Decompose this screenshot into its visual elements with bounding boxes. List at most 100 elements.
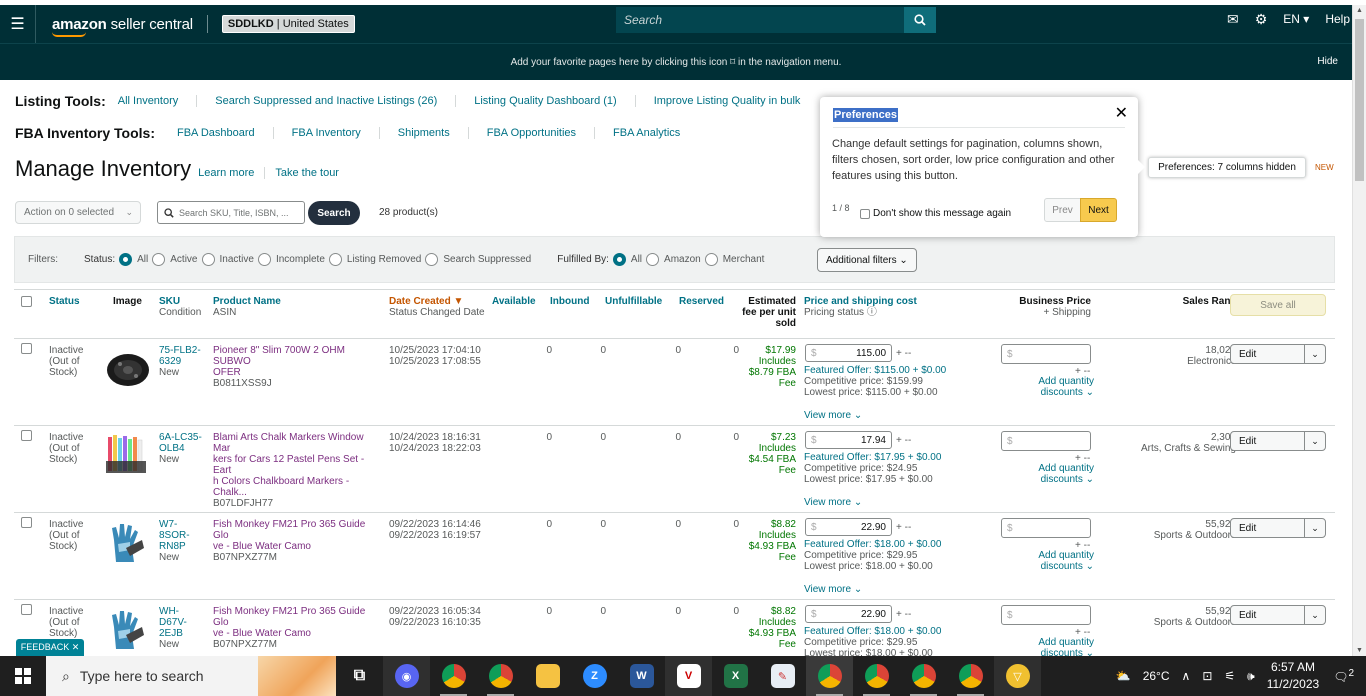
row-checkbox[interactable] — [21, 430, 32, 441]
col-status[interactable]: Status — [49, 296, 80, 307]
status-radio-active[interactable]: Active — [152, 253, 198, 266]
amazon-logo[interactable]: amazon seller central — [52, 16, 193, 37]
listing-tool-suppressed[interactable]: Search Suppressed and Inactive Listings … — [215, 95, 457, 107]
col-sku[interactable]: SKU Condition — [159, 296, 201, 318]
price-input[interactable]: $115.00 — [805, 344, 892, 362]
business-price-input[interactable]: $ — [1001, 605, 1091, 625]
mail-icon[interactable]: ✉ — [1227, 11, 1239, 28]
banner-hide-link[interactable]: Hide — [1317, 56, 1338, 67]
vertical-scrollbar[interactable]: ▲ ▼ — [1352, 5, 1366, 656]
row-product-name[interactable]: Fish Monkey FM21 Pro 365 Guide Glo ve - B… — [213, 519, 381, 563]
weather-icon[interactable]: ⛅ — [1116, 669, 1131, 683]
excel-icon[interactable]: X — [712, 656, 759, 696]
listing-tool-all-inventory[interactable]: All Inventory — [118, 95, 198, 107]
prev-button[interactable]: Prev — [1044, 198, 1081, 222]
task-view-icon[interactable]: ⧉ — [336, 656, 383, 696]
status-radio-inactive[interactable]: Inactive — [201, 253, 254, 266]
sku-search-input[interactable]: Search SKU, Title, ISBN, ... — [157, 201, 305, 224]
preferences-button[interactable]: Preferences: 7 columns hidden — [1148, 157, 1306, 178]
global-search-button[interactable] — [904, 7, 936, 33]
additional-filters-button[interactable]: Additional filters ⌄ — [817, 248, 917, 272]
add-quantity-discounts-link[interactable]: Add quantity discounts ⌄ — [1024, 550, 1094, 572]
chevron-up-icon[interactable]: ∧ — [1182, 669, 1191, 683]
col-product-name[interactable]: Product Name ASIN — [213, 296, 281, 318]
col-unfulfillable[interactable]: Unfulfillable — [605, 296, 662, 307]
listing-tool-quality-dashboard[interactable]: Listing Quality Dashboard (1) — [474, 95, 636, 107]
product-image-glove[interactable] — [102, 518, 150, 566]
volume-icon[interactable]: 🕪 — [1247, 669, 1255, 684]
row-checkbox[interactable] — [21, 517, 32, 528]
learn-more-link[interactable]: Learn more — [198, 167, 266, 179]
app-icon[interactable]: V — [665, 656, 712, 696]
file-explorer-icon[interactable] — [524, 656, 571, 696]
scroll-up-icon[interactable]: ▲ — [1356, 7, 1363, 14]
status-radio-search-suppressed[interactable]: Search Suppressed — [425, 253, 531, 266]
price-input[interactable]: $22.90 — [805, 605, 892, 623]
menu-icon[interactable]: ☰ — [0, 5, 36, 43]
col-inbound[interactable]: Inbound — [550, 296, 589, 307]
dont-show-checkbox[interactable]: Don't show this message again — [860, 208, 1011, 219]
add-quantity-discounts-link[interactable]: Add quantity discounts ⌄ — [1024, 376, 1094, 398]
chrome-icon[interactable] — [900, 656, 947, 696]
taskbar-search[interactable]: ⌕ Type here to search — [46, 656, 336, 696]
discord-icon[interactable]: ◉ — [383, 656, 430, 696]
row-sku[interactable]: WH- D67V- 2EJB New — [159, 606, 209, 650]
scrollbar-thumb[interactable] — [1355, 19, 1364, 181]
chrome-icon[interactable] — [947, 656, 994, 696]
brave-icon[interactable]: ▽ — [994, 656, 1041, 696]
view-more-link[interactable]: View more ⌄ — [804, 584, 862, 595]
paint-icon[interactable]: ✎ — [759, 656, 806, 696]
add-quantity-discounts-link[interactable]: Add quantity discounts ⌄ — [1024, 463, 1094, 485]
fba-tool-opportunities[interactable]: FBA Opportunities — [487, 127, 596, 139]
col-available[interactable]: Available — [492, 296, 536, 307]
status-radio-all[interactable]: All — [119, 253, 148, 266]
row-checkbox[interactable] — [21, 604, 32, 615]
price-input[interactable]: $17.94 — [805, 431, 892, 449]
weather-temp[interactable]: 26°C — [1143, 669, 1170, 683]
row-sku[interactable]: 6A-LC35- OLB4 New — [159, 432, 209, 465]
fba-tool-inventory[interactable]: FBA Inventory — [292, 127, 380, 139]
take-tour-link[interactable]: Take the tour — [275, 167, 349, 179]
col-price[interactable]: Price and shipping cost Pricing status ⓘ — [804, 296, 917, 318]
edit-button[interactable]: Edit ⌄ — [1230, 518, 1326, 538]
bulk-action-dropdown[interactable]: Action on 0 selected ⌄ — [15, 201, 141, 224]
help-link[interactable]: Help — [1325, 12, 1350, 26]
clock[interactable]: 6:57 AM 11/2/2023 — [1267, 659, 1320, 693]
col-sales-rank[interactable]: Sales Rank — [1124, 296, 1236, 307]
view-more-link[interactable]: View more ⌄ — [804, 410, 862, 421]
col-reserved[interactable]: Reserved — [679, 296, 724, 307]
start-button[interactable] — [0, 656, 46, 696]
price-input[interactable]: $22.90 — [805, 518, 892, 536]
chevron-down-icon[interactable]: ⌄ — [1305, 432, 1325, 450]
word-icon[interactable]: W — [618, 656, 665, 696]
col-date-created[interactable]: Date Created ▼ Status Changed Date — [389, 296, 485, 318]
meet-now-icon[interactable]: ⊡ — [1202, 669, 1212, 683]
fba-tool-shipments[interactable]: Shipments — [398, 127, 469, 139]
business-price-input[interactable]: $ — [1001, 431, 1091, 451]
business-price-input[interactable]: $ — [1001, 344, 1091, 364]
row-product-name[interactable]: Fish Monkey FM21 Pro 365 Guide Glo ve - B… — [213, 606, 381, 650]
chevron-down-icon[interactable]: ⌄ — [1305, 606, 1325, 624]
info-icon[interactable]: ⓘ — [867, 307, 877, 318]
global-search-input[interactable]: Search — [616, 7, 904, 33]
row-product-name[interactable]: Pioneer 8" Slim 700W 2 OHM SUBWO OFER B081… — [213, 345, 381, 389]
feedback-tab[interactable]: FEEDBACK ✕ — [16, 639, 84, 656]
edit-button[interactable]: Edit ⌄ — [1230, 344, 1326, 364]
edit-button[interactable]: Edit ⌄ — [1230, 605, 1326, 625]
scroll-down-icon[interactable]: ▼ — [1356, 647, 1363, 654]
gear-icon[interactable]: ⚙ — [1255, 11, 1268, 28]
row-checkbox[interactable] — [21, 343, 32, 354]
fulfilled-radio-amazon[interactable]: Amazon — [646, 253, 701, 266]
fba-tool-dashboard[interactable]: FBA Dashboard — [177, 127, 274, 139]
row-sku[interactable]: W7- 8SOR- RN8P New — [159, 519, 209, 563]
fba-tool-analytics[interactable]: FBA Analytics — [613, 127, 698, 139]
zoom-icon[interactable]: Z — [571, 656, 618, 696]
search-button[interactable]: Search — [308, 201, 360, 225]
chrome-icon[interactable] — [477, 656, 524, 696]
notification-icon[interactable]: 🗨2 — [1333, 668, 1354, 684]
fulfilled-radio-all[interactable]: All — [612, 253, 642, 266]
chevron-down-icon[interactable]: ⌄ — [1305, 519, 1325, 537]
row-product-name[interactable]: Blami Arts Chalk Markers Window Mar kers … — [213, 432, 381, 509]
chevron-down-icon[interactable]: ⌄ — [1305, 345, 1325, 363]
next-button[interactable]: Next — [1080, 198, 1117, 222]
